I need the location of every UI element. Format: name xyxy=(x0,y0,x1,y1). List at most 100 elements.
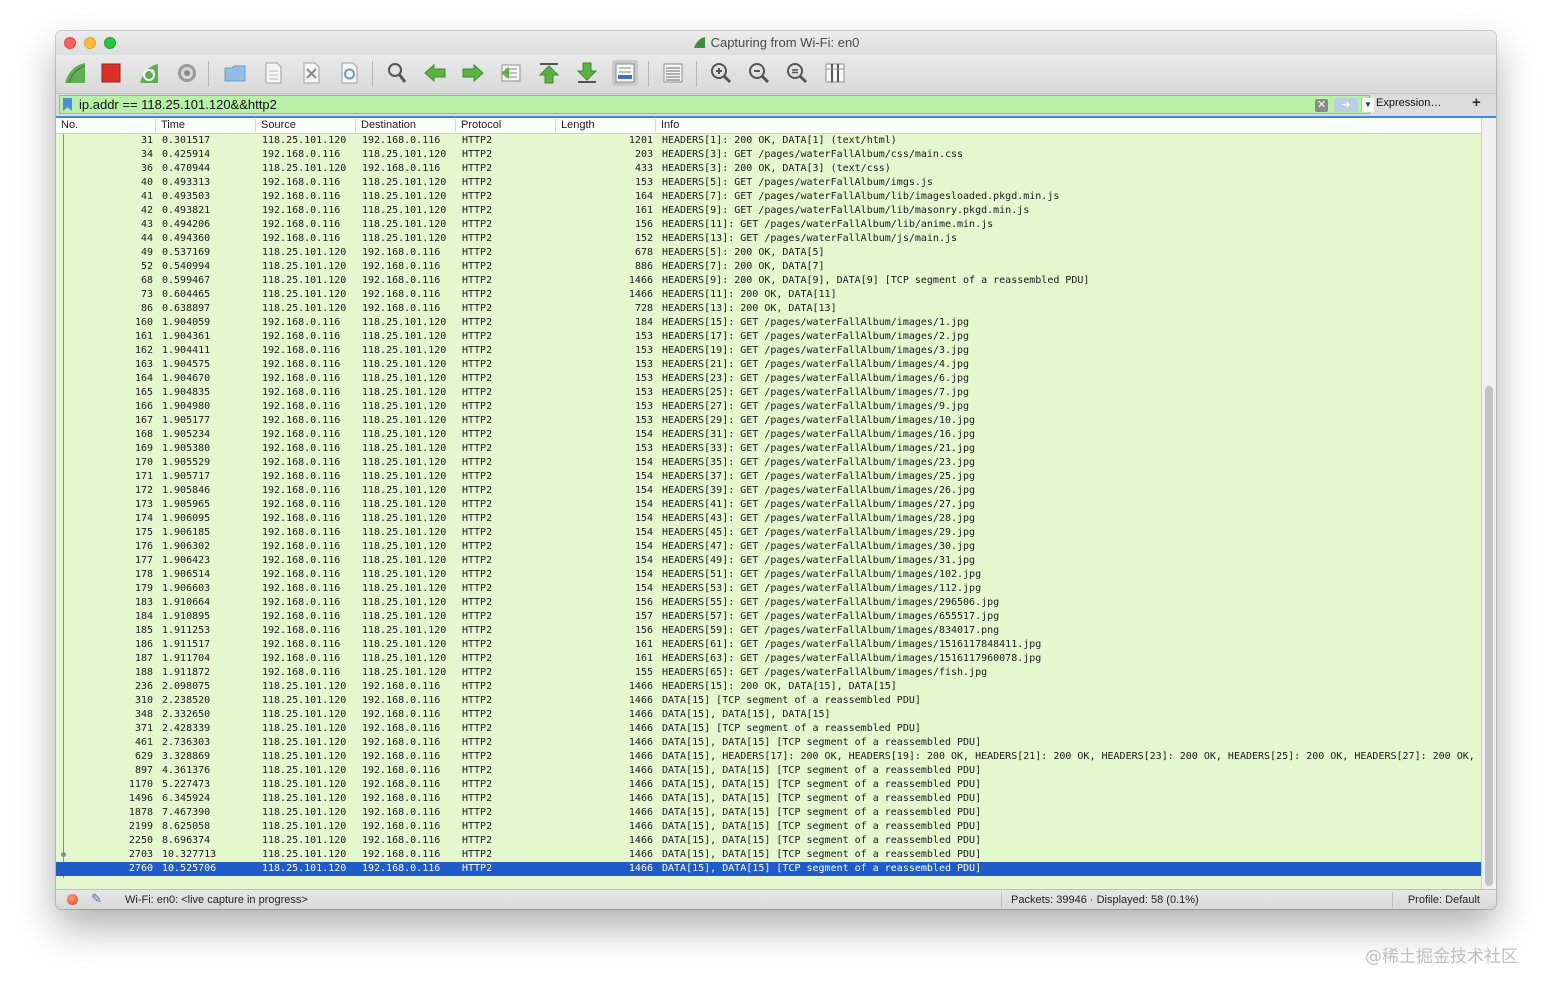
packet-row[interactable]: 34 0.425914 192.168.0.116 118.25.101.120 HTT… xyxy=(56,148,1482,162)
packet-row[interactable]: 183 1.910664 192.168.0.116 118.25.101.120 HT… xyxy=(56,596,1482,610)
packet-row[interactable]: 169 1.905380 192.168.0.116 118.25.101.120 HT… xyxy=(56,442,1482,456)
packet-row[interactable]: 185 1.911253 192.168.0.116 118.25.101.120 HT… xyxy=(56,624,1482,638)
column-header-time[interactable]: Time xyxy=(161,119,185,131)
packet-row[interactable]: 236 2.098075 118.25.101.120 192.168.0.116 HT… xyxy=(56,680,1482,694)
packet-row[interactable]: 175 1.906185 192.168.0.116 118.25.101.120 HT… xyxy=(56,526,1482,540)
packet-row[interactable]: 173 1.905965 192.168.0.116 118.25.101.120 HT… xyxy=(56,498,1482,512)
capture-options-icon[interactable] xyxy=(174,60,200,86)
packet-row[interactable]: 186 1.911517 192.168.0.116 118.25.101.120 HT… xyxy=(56,638,1482,652)
expression-button[interactable]: Expression… xyxy=(1376,97,1441,109)
capture-comment-icon[interactable]: ✎ xyxy=(91,891,102,907)
colorize-icon[interactable] xyxy=(660,60,686,86)
packet-row[interactable]: 42 0.493821 192.168.0.116 118.25.101.120 HTT… xyxy=(56,204,1482,218)
packet-row[interactable]: 40 0.493313 192.168.0.116 118.25.101.120 HTT… xyxy=(56,176,1482,190)
packet-row[interactable]: 171 1.905717 192.168.0.116 118.25.101.120 HT… xyxy=(56,470,1482,484)
resize-columns-icon[interactable] xyxy=(822,60,848,86)
column-divider[interactable] xyxy=(455,119,456,132)
column-header-source[interactable]: Source xyxy=(261,119,296,131)
packet-row[interactable]: 176 1.906302 192.168.0.116 118.25.101.120 HT… xyxy=(56,540,1482,554)
column-divider[interactable] xyxy=(155,119,156,132)
column-divider[interactable] xyxy=(255,119,256,132)
expert-info-icon[interactable] xyxy=(67,894,78,905)
packet-row[interactable]: 165 1.904835 192.168.0.116 118.25.101.120 HT… xyxy=(56,386,1482,400)
packet-row[interactable]: 49 0.537169 118.25.101.120 192.168.0.116 HTT… xyxy=(56,246,1482,260)
profile-status[interactable]: Profile: Default xyxy=(1408,894,1480,906)
packet-row[interactable]: 160 1.904059 192.168.0.116 118.25.101.120 HT… xyxy=(56,316,1482,330)
normal-size-icon[interactable] xyxy=(784,60,810,86)
open-file-icon[interactable] xyxy=(222,60,248,86)
display-filter-text[interactable]: ip.addr == 118.25.101.120&&http2 xyxy=(79,97,277,112)
packet-row[interactable]: 52 0.540994 118.25.101.120 192.168.0.116 HTT… xyxy=(56,260,1482,274)
zoom-in-icon[interactable] xyxy=(708,60,734,86)
column-header-info[interactable]: Info xyxy=(661,119,679,131)
packet-row[interactable]: 1878 7.467390 118.25.101.120 192.168.0.116 H… xyxy=(56,806,1482,820)
column-header-length[interactable]: Length xyxy=(561,119,595,131)
packet-row[interactable]: 43 0.494206 192.168.0.116 118.25.101.120 HTT… xyxy=(56,218,1482,232)
packet-row[interactable]: 168 1.905234 192.168.0.116 118.25.101.120 HT… xyxy=(56,428,1482,442)
packet-row[interactable]: 310 2.238520 118.25.101.120 192.168.0.116 HT… xyxy=(56,694,1482,708)
packet-row[interactable]: 161 1.904361 192.168.0.116 118.25.101.120 HT… xyxy=(56,330,1482,344)
filter-bookmark-icon[interactable] xyxy=(63,98,72,111)
clear-filter-icon[interactable]: ✕ xyxy=(1315,99,1328,112)
packet-row[interactable]: 2199 8.625058 118.25.101.120 192.168.0.116 H… xyxy=(56,820,1482,834)
packet-row[interactable]: 2703 10.327713 118.25.101.120 192.168.0.116… xyxy=(56,848,1482,862)
save-file-icon[interactable] xyxy=(260,60,286,86)
packet-row[interactable]: 1496 6.345924 118.25.101.120 192.168.0.116 H… xyxy=(56,792,1482,806)
last-packet-icon[interactable] xyxy=(574,60,600,86)
autoscroll-icon[interactable] xyxy=(612,60,638,86)
zoom-out-icon[interactable] xyxy=(746,60,772,86)
packet-row[interactable]: 629 3.328869 118.25.101.120 192.168.0.116 HT… xyxy=(56,750,1482,764)
restart-capture-icon[interactable] xyxy=(136,60,162,86)
packet-row[interactable]: 184 1.910895 192.168.0.116 118.25.101.120 HT… xyxy=(56,610,1482,624)
packet-row[interactable]: 41 0.493503 192.168.0.116 118.25.101.120 HTT… xyxy=(56,190,1482,204)
go-back-icon[interactable] xyxy=(422,60,448,86)
selected-packet-row[interactable]: 2760 10.525706 118.25.101.120 192.168.0.116… xyxy=(56,862,1482,876)
packet-row[interactable]: 178 1.906514 192.168.0.116 118.25.101.120 HT… xyxy=(56,568,1482,582)
packet-row[interactable]: 371 2.428339 118.25.101.120 192.168.0.116 HT… xyxy=(56,722,1482,736)
window-title-area: Capturing from Wi-Fi: en0 xyxy=(56,35,1496,50)
packet-row[interactable]: 36 0.470944 118.25.101.120 192.168.0.116 HTT… xyxy=(56,162,1482,176)
packet-row[interactable]: 162 1.904411 192.168.0.116 118.25.101.120 HT… xyxy=(56,344,1482,358)
packet-row[interactable]: 73 0.604465 118.25.101.120 192.168.0.116 HTT… xyxy=(56,288,1482,302)
packet-row[interactable]: 897 4.361376 118.25.101.120 192.168.0.116 HT… xyxy=(56,764,1482,778)
reload-file-icon[interactable] xyxy=(336,60,362,86)
packet-row[interactable]: 179 1.906603 192.168.0.116 118.25.101.120 HT… xyxy=(56,582,1482,596)
go-to-packet-icon[interactable] xyxy=(498,60,524,86)
packet-row[interactable]: 348 2.332650 118.25.101.120 192.168.0.116 HT… xyxy=(56,708,1482,722)
go-forward-icon[interactable] xyxy=(460,60,486,86)
packet-row[interactable]: 164 1.904670 192.168.0.116 118.25.101.120 HT… xyxy=(56,372,1482,386)
packet-row[interactable]: 174 1.906095 192.168.0.116 118.25.101.120 HT… xyxy=(56,512,1482,526)
packet-row[interactable]: 1170 5.227473 118.25.101.120 192.168.0.116 H… xyxy=(56,778,1482,792)
add-filter-button[interactable]: + xyxy=(1472,94,1481,111)
packet-row[interactable]: 461 2.736303 118.25.101.120 192.168.0.116 HT… xyxy=(56,736,1482,750)
filter-history-dropdown[interactable]: ▼ xyxy=(1361,98,1374,112)
packet-row[interactable]: 2250 8.696374 118.25.101.120 192.168.0.116 H… xyxy=(56,834,1482,848)
column-header-no[interactable]: No. xyxy=(61,119,78,131)
column-header-protocol[interactable]: Protocol xyxy=(461,119,501,131)
packet-row[interactable]: 31 0.301517 118.25.101.120 192.168.0.116 HTT… xyxy=(56,134,1482,148)
packet-row[interactable]: 68 0.599467 118.25.101.120 192.168.0.116 HTT… xyxy=(56,274,1482,288)
display-filter-input[interactable]: ip.addr == 118.25.101.120&&http2 ✕ ➔ ▼ xyxy=(59,95,1374,114)
packet-row[interactable]: 166 1.904980 192.168.0.116 118.25.101.120 HT… xyxy=(56,400,1482,414)
column-divider[interactable] xyxy=(655,119,656,132)
column-divider[interactable] xyxy=(355,119,356,132)
packet-row[interactable]: 188 1.911872 192.168.0.116 118.25.101.120 HT… xyxy=(56,666,1482,680)
packet-list-scrollbar[interactable] xyxy=(1481,118,1496,891)
packet-row[interactable]: 177 1.906423 192.168.0.116 118.25.101.120 HT… xyxy=(56,554,1482,568)
find-packet-icon[interactable] xyxy=(384,60,410,86)
packet-row[interactable]: 86 0.638897 118.25.101.120 192.168.0.116 HTT… xyxy=(56,302,1482,316)
packet-row[interactable]: 167 1.905177 192.168.0.116 118.25.101.120 HT… xyxy=(56,414,1482,428)
stop-capture-icon[interactable] xyxy=(98,60,124,86)
packet-row[interactable]: 163 1.904575 192.168.0.116 118.25.101.120 HT… xyxy=(56,358,1482,372)
packet-row[interactable]: 172 1.905846 192.168.0.116 118.25.101.120 HT… xyxy=(56,484,1482,498)
column-divider[interactable] xyxy=(555,119,556,132)
close-file-icon[interactable] xyxy=(298,60,324,86)
scrollbar-thumb[interactable] xyxy=(1485,386,1493,886)
first-packet-icon[interactable] xyxy=(536,60,562,86)
packet-row[interactable]: 170 1.905529 192.168.0.116 118.25.101.120 HT… xyxy=(56,456,1482,470)
apply-filter-icon[interactable]: ➔ xyxy=(1334,98,1358,112)
column-header-destination[interactable]: Destination xyxy=(361,119,416,131)
start-capture-icon[interactable] xyxy=(62,60,88,86)
packet-row[interactable]: 44 0.494360 192.168.0.116 118.25.101.120 HTT… xyxy=(56,232,1482,246)
packet-row[interactable]: 187 1.911704 192.168.0.116 118.25.101.120 HT… xyxy=(56,652,1482,666)
